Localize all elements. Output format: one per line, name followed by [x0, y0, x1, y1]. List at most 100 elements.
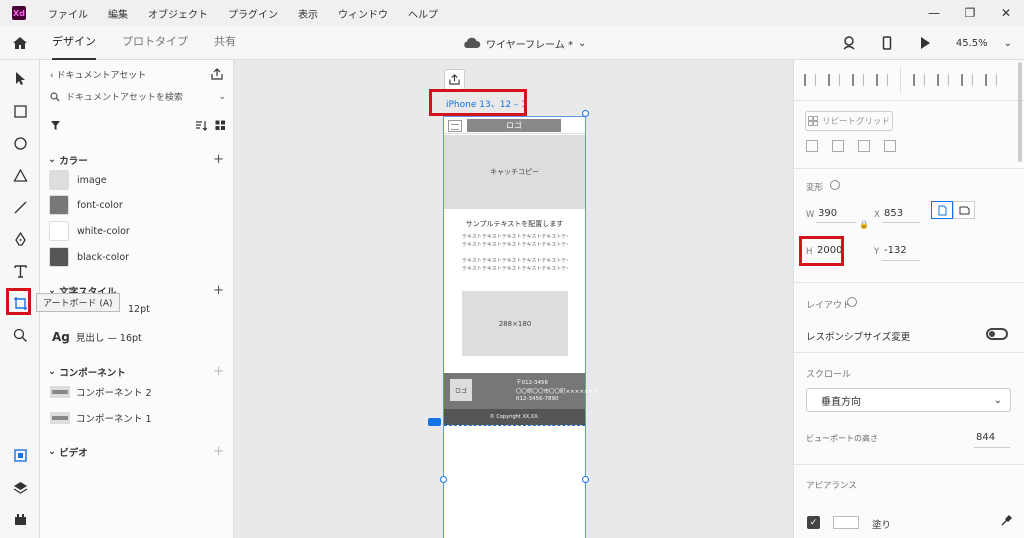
mobile-preview-icon[interactable] — [880, 36, 894, 50]
x-input[interactable]: 853 — [884, 208, 903, 219]
zoom-chevron-icon[interactable]: ⌄ — [1004, 38, 1012, 49]
distribute-horizontal-icon[interactable] — [985, 74, 997, 86]
add-color-button[interactable]: + — [213, 152, 224, 167]
fill-checkbox[interactable]: ✓ — [807, 516, 820, 529]
asset-search[interactable]: ドキュメントアセットを検索 ⌄ — [50, 90, 226, 103]
add-video-button[interactable]: + — [213, 444, 224, 459]
export-artboard-button[interactable] — [444, 69, 465, 90]
align-bottom-icon[interactable] — [852, 74, 864, 86]
menu-plugin[interactable]: プラグイン — [228, 6, 278, 21]
wireframe-logo[interactable]: ロゴ — [467, 119, 561, 132]
zoom-level[interactable]: 45.5% — [956, 38, 988, 49]
menu-view[interactable]: 表示 — [298, 6, 318, 21]
add-text-style-button[interactable]: + — [213, 283, 224, 298]
color-asset-item[interactable]: font-color — [49, 195, 123, 215]
landscape-icon[interactable] — [953, 201, 975, 219]
assets-panel-tool[interactable] — [11, 446, 29, 464]
pen-tool[interactable] — [11, 230, 29, 248]
ellipse-tool[interactable] — [11, 134, 29, 152]
filter-icon[interactable] — [50, 120, 61, 131]
scroll-dropdown[interactable]: 垂直方向 ⌄ — [806, 388, 1011, 412]
fill-color-swatch[interactable] — [833, 516, 859, 529]
lock-aspect-icon[interactable]: 🔒 — [859, 220, 869, 229]
responsive-resize-toggle[interactable] — [986, 328, 1008, 340]
wireframe-hero[interactable]: キャッチコピー — [444, 135, 585, 209]
boolean-subtract-icon[interactable] — [832, 140, 844, 152]
color-asset-item[interactable]: white-color — [49, 221, 130, 241]
minimize-button[interactable]: — — [916, 6, 952, 20]
coediting-icon[interactable] — [842, 36, 856, 50]
portrait-icon[interactable] — [931, 201, 953, 219]
components-section-header[interactable]: ⌄ コンポーネント + — [48, 364, 224, 379]
component-item[interactable]: コンポーネント 1 — [50, 411, 152, 425]
component-item[interactable]: コンポーネント 2 — [50, 385, 152, 399]
text-style-item[interactable]: 12pt — [128, 304, 150, 315]
wireframe-header[interactable]: ロゴ — [444, 117, 585, 134]
wireframe-text-line[interactable]: テキストテキストテキストテキストテキストテキスト — [462, 233, 568, 240]
wireframe-section-title[interactable]: サンプルテキストを配置します — [444, 219, 585, 229]
y-input[interactable]: -132 — [884, 245, 907, 256]
grid-view-icon[interactable] — [215, 120, 226, 131]
panel-scrollbar[interactable] — [1018, 62, 1022, 162]
menu-edit[interactable]: 編集 — [108, 6, 128, 21]
wireframe-copyright[interactable]: © Copyright XX,XX. — [444, 409, 585, 425]
wireframe-text-line[interactable]: テキストテキストテキストテキストテキストテキスト — [462, 265, 568, 272]
zoom-tool[interactable] — [11, 326, 29, 344]
align-right-icon[interactable] — [961, 74, 973, 86]
resize-handle-middle-left[interactable] — [440, 476, 447, 483]
align-top-icon[interactable] — [804, 74, 816, 86]
wireframe-footer[interactable]: ロゴ 〒012-3456 〇〇県〇〇市〇〇町××××××× 012-3456-7… — [444, 373, 598, 409]
play-icon[interactable] — [918, 36, 932, 50]
align-left-icon[interactable] — [913, 74, 925, 86]
color-asset-item[interactable]: black-color — [49, 247, 129, 267]
tab-prototype[interactable]: プロトタイプ — [122, 26, 188, 60]
info-icon[interactable] — [830, 180, 840, 190]
menu-object[interactable]: オブジェクト — [148, 6, 208, 21]
wireframe-image-placeholder[interactable]: 288×180 — [462, 291, 568, 356]
menu-window[interactable]: ウィンドウ — [338, 6, 388, 21]
line-tool[interactable] — [11, 198, 29, 216]
boolean-add-icon[interactable] — [806, 140, 818, 152]
share-icon[interactable] — [211, 68, 223, 80]
home-icon[interactable] — [12, 35, 28, 51]
boolean-intersect-icon[interactable] — [858, 140, 870, 152]
menu-help[interactable]: ヘルプ — [408, 6, 438, 21]
color-asset-item[interactable]: image — [49, 170, 107, 190]
wireframe-text-line[interactable]: テキストテキストテキストテキストテキストテキスト — [462, 241, 568, 248]
assets-header[interactable]: ‹ ドキュメントアセット — [50, 68, 146, 81]
info-icon[interactable] — [847, 297, 857, 307]
tab-design[interactable]: デザイン — [52, 26, 96, 60]
maximize-button[interactable]: ❐ — [952, 6, 988, 20]
repeat-grid-button[interactable]: リピートグリッド — [805, 111, 893, 131]
resize-handle-middle-right[interactable] — [582, 476, 589, 483]
colors-section-header[interactable]: ⌄ カラー + — [48, 152, 224, 167]
width-input[interactable]: 390 — [818, 208, 837, 219]
boolean-exclude-icon[interactable] — [884, 140, 896, 152]
rectangle-tool[interactable] — [11, 102, 29, 120]
text-style-item[interactable]: Ag 見出し — 16pt — [52, 330, 142, 344]
video-section-header[interactable]: ⌄ ビデオ + — [48, 444, 224, 459]
document-title[interactable]: ワイヤーフレーム * ⌄ — [463, 26, 586, 60]
distribute-vertical-icon[interactable] — [876, 74, 888, 86]
text-tool[interactable] — [11, 262, 29, 280]
align-middle-icon[interactable] — [828, 74, 840, 86]
menu-file[interactable]: ファイル — [48, 6, 88, 21]
layers-panel-tool[interactable] — [11, 478, 29, 496]
polygon-tool[interactable] — [11, 166, 29, 184]
close-button[interactable]: ✕ — [988, 6, 1024, 20]
wireframe-text-line[interactable]: テキストテキストテキストテキストテキストテキスト — [462, 257, 568, 264]
viewport-handle[interactable] — [428, 418, 441, 426]
align-center-icon[interactable] — [937, 74, 949, 86]
design-canvas[interactable]: iPhone 13、12 – 1 ロゴ キャッチコピー サンプルテキストを配置し… — [234, 60, 793, 538]
select-tool[interactable] — [11, 69, 29, 87]
resize-handle-top-right[interactable] — [582, 110, 589, 117]
eyedropper-icon[interactable] — [1000, 515, 1012, 527]
sort-icon[interactable] — [195, 120, 207, 131]
chevron-down-icon[interactable]: ⌄ — [218, 92, 226, 102]
viewport-height-input[interactable]: 844 — [976, 432, 995, 443]
search-input[interactable]: ドキュメントアセットを検索 — [66, 90, 183, 103]
tab-share[interactable]: 共有 — [214, 26, 236, 60]
add-component-button[interactable]: + — [213, 364, 224, 379]
artboard-iphone[interactable]: ロゴ キャッチコピー サンプルテキストを配置します テキストテキストテキストテキ… — [443, 116, 598, 538]
plugins-panel-tool[interactable] — [11, 510, 29, 528]
